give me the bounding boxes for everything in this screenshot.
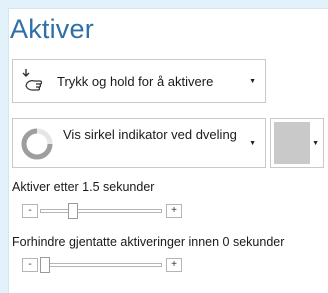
prevent-repeat-increase-button[interactable]: + — [166, 258, 182, 272]
page-title: Aktiver — [10, 14, 94, 44]
chevron-down-icon: ▼ — [249, 140, 256, 147]
prevent-repeat-label: Forhindre gjentatte aktiveringer innen 0… — [12, 235, 285, 249]
activate-after-slider-thumb[interactable] — [68, 203, 78, 219]
activate-after-label: Aktiver etter 1.5 sekunder — [12, 180, 155, 194]
color-swatch — [274, 122, 310, 164]
circle-progress-icon — [20, 127, 54, 161]
chevron-down-icon: ▼ — [249, 78, 256, 85]
activate-after-slider-track[interactable] — [40, 209, 162, 213]
chevron-down-icon: ▼ — [312, 140, 319, 147]
prevent-repeat-slider-track[interactable] — [40, 263, 162, 267]
prevent-repeat-slider-thumb[interactable] — [40, 257, 50, 273]
indicator-label: Vis sirkel indikator ved dveling — [63, 127, 237, 142]
touch-hold-icon — [20, 67, 46, 95]
activate-after-decrease-button[interactable]: - — [22, 204, 38, 218]
color-picker-dropdown[interactable]: ▼ — [270, 118, 324, 168]
activation-mode-label: Trykk og hold for å aktivere — [57, 74, 214, 89]
prevent-repeat-decrease-button[interactable]: - — [22, 258, 38, 272]
activation-mode-dropdown[interactable]: Trykk og hold for å aktivere ▼ — [12, 59, 266, 103]
indicator-dropdown[interactable]: Vis sirkel indikator ved dveling ▼ — [12, 118, 266, 168]
activate-after-increase-button[interactable]: + — [166, 204, 182, 218]
